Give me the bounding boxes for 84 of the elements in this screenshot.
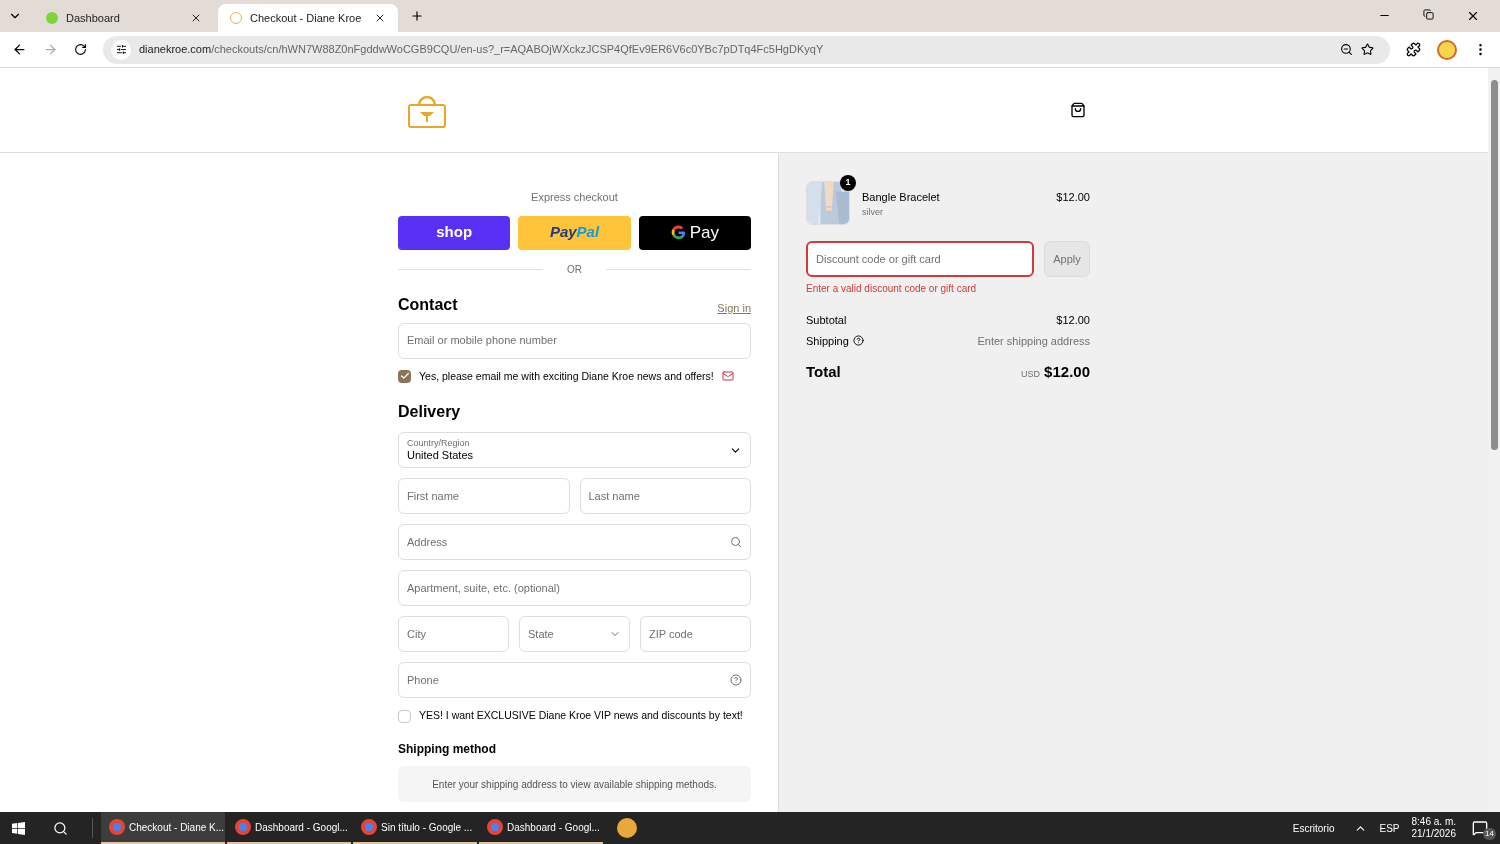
sign-in-link[interactable]: Sign in [717, 300, 751, 317]
last-name-field[interactable]: Last name [579, 478, 751, 515]
checkbox-label: Yes, please email me with exciting Diane Kroe news and offers! [419, 368, 714, 384]
paypal-button[interactable]: PayPal [518, 215, 631, 250]
select-label: Country/Region [407, 437, 471, 449]
notification-count: 14 [1483, 828, 1496, 840]
section-heading: Delivery [398, 402, 462, 423]
reload-icon[interactable] [74, 43, 87, 56]
product-name: Bangle Bracelet [862, 190, 941, 205]
tab-title: Checkout - Diane Kroe [250, 10, 363, 26]
shipping-value: Enter shipping address [977, 333, 1090, 349]
window-title: Dashboard - Googl... [507, 820, 600, 835]
google-pay-button[interactable]: Pay [638, 215, 751, 250]
clock-time: 8:46 a. m. [1411, 815, 1456, 828]
language-indicator[interactable]: ESP [1379, 820, 1400, 836]
taskbar-window[interactable]: Dashboard - Googl... [479, 812, 603, 844]
profile-icon[interactable] [1437, 39, 1457, 60]
clock-date: 21/1/2026 [1411, 828, 1456, 841]
back-icon[interactable] [12, 42, 27, 57]
quantity-badge: 1 [840, 175, 856, 191]
taskbar-window[interactable]: Checkout - Diane K... [101, 812, 225, 844]
checkbox[interactable] [398, 709, 411, 723]
close-icon[interactable] [374, 12, 386, 24]
total-value: $12.00 [1044, 362, 1090, 382]
section-heading: Contact [398, 294, 458, 315]
subtotal-label: Subtotal [806, 313, 847, 328]
or-divider-text: OR [567, 262, 582, 277]
zip-field[interactable]: ZIP code [640, 616, 751, 653]
window-title: Dashboard - Googl... [255, 820, 348, 835]
new-tab-icon[interactable] [410, 9, 424, 23]
close-icon[interactable] [190, 12, 202, 24]
country-select[interactable]: Country/Region United States [398, 432, 751, 469]
shipping-label: Shipping [806, 333, 849, 349]
chrome-icon [235, 819, 251, 835]
email-field[interactable]: Email or mobile phone number [398, 322, 751, 359]
state-select[interactable]: State [519, 616, 630, 653]
info-text: Enter your shipping address to view available shipping methods. [432, 777, 717, 792]
help-icon[interactable] [852, 335, 864, 347]
chrome-icon [361, 819, 377, 835]
shop-pay-button[interactable]: shop [398, 215, 511, 250]
checkbox-label: YES! I want EXCLUSIVE Diane Kroe VIP news and discounts by text! [419, 708, 743, 724]
app-icon[interactable] [617, 818, 637, 838]
scrollbar[interactable] [1488, 68, 1500, 812]
select-value: United States [407, 449, 475, 463]
chrome-icon [109, 819, 125, 835]
zoom-icon[interactable] [1340, 43, 1353, 56]
cart-icon[interactable] [1070, 102, 1086, 118]
section-label: Express checkout [530, 190, 619, 205]
checkbox[interactable] [398, 369, 411, 383]
city-field[interactable]: City [398, 616, 509, 653]
address-field[interactable]: Address [398, 524, 751, 561]
windows-icon[interactable] [12, 821, 25, 835]
window-title: Sin título - Google ... [381, 820, 473, 835]
restore-icon[interactable] [1423, 9, 1434, 20]
window-title: Checkout - Diane K... [129, 820, 225, 835]
taskbar-window[interactable]: Sin título - Google ... [353, 812, 477, 844]
mail-icon [721, 370, 734, 383]
tab-title: Dashboard [66, 10, 121, 26]
search-icon [730, 536, 742, 549]
currency-code: USD [1021, 368, 1041, 381]
google-g-icon [670, 225, 686, 240]
chrome-icon [487, 819, 503, 835]
toolbar-label[interactable]: Escritorio [1292, 820, 1335, 836]
phone-field[interactable]: Phone [398, 662, 751, 699]
discount-field[interactable]: Discount code or gift card [806, 241, 1034, 277]
product-variant: silver [862, 205, 884, 219]
site-settings-icon[interactable] [111, 39, 131, 60]
first-name-field[interactable]: First name [398, 478, 570, 515]
close-icon[interactable] [1466, 9, 1480, 23]
apply-button[interactable]: Apply [1044, 241, 1090, 277]
taskbar-window[interactable]: Dashboard - Googl... [227, 812, 351, 844]
subtotal-value: $12.00 [1056, 313, 1090, 328]
bookmark-icon[interactable] [1361, 43, 1374, 56]
browser-tab[interactable]: Dashboard [34, 4, 214, 32]
error-message: Enter a valid discount code or gift card [806, 282, 978, 296]
address-bar[interactable]: dianekroe.com/checkouts/cn/hWN7W88Z0nFgddwWoCGB9CQU/en-us?_r=AQABOjWXckzJCSP4QfEv9ER6V6c0YBc7pDTq4Fc5HgDKyqY [103, 35, 1390, 64]
extensions-icon[interactable] [1406, 42, 1421, 57]
product-price: $12.00 [1056, 190, 1090, 205]
browser-tab[interactable]: Checkout - Diane Kroe [218, 4, 398, 32]
search-icon[interactable] [53, 820, 68, 836]
apartment-field[interactable]: Apartment, suite, etc. (optional) [398, 570, 751, 607]
section-heading: Shipping method [398, 741, 497, 758]
total-label: Total [806, 362, 841, 382]
url-text: dianekroe.com/checkouts/cn/hWN7W88Z0nFgddwWoCGB9CQU/en-us?_r=AQABOjWXckzJCSP4QfEv9ER6V6c0YBc7pDTq4Fc5HgDKyqY [139, 42, 825, 58]
